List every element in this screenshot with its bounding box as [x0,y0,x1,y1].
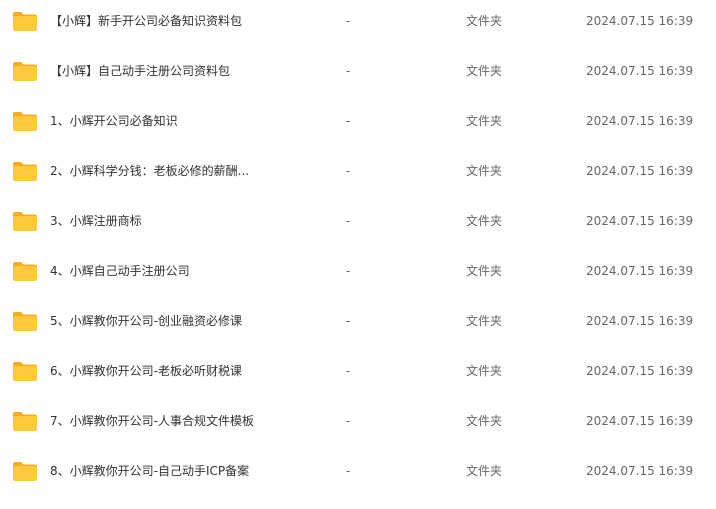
folder-icon [12,361,38,382]
file-name[interactable]: 3、小辉注册商标 [50,213,280,229]
file-type: 文件夹 [466,314,503,328]
folder-icon [12,211,38,232]
folder-icon [12,311,38,332]
folder-icon [12,461,38,482]
folder-row[interactable]: 6、小辉教你开公司-老板必听财税课 - 文件夹 2024.07.15 16:39 [0,350,716,400]
folder-row[interactable]: 8、小辉教你开公司-自己动手ICP备案 - 文件夹 2024.07.15 16:… [0,450,716,500]
file-size: - [346,114,351,128]
file-size: - [346,414,351,428]
file-type: 文件夹 [466,264,503,278]
file-modified-date: 2024.07.15 16:39 [586,214,694,228]
file-name[interactable]: 2、小辉科学分钱：老板必修的薪酬... [50,163,280,179]
file-size: - [346,14,351,28]
file-type: 文件夹 [466,114,503,128]
folder-icon [12,61,38,82]
file-modified-date: 2024.07.15 16:39 [586,314,694,328]
file-size: - [346,164,351,178]
file-size: - [346,214,351,228]
file-name[interactable]: 8、小辉教你开公司-自己动手ICP备案 [50,463,280,479]
file-modified-date: 2024.07.15 16:39 [586,464,694,478]
folder-row[interactable]: 3、小辉注册商标 - 文件夹 2024.07.15 16:39 [0,200,716,250]
file-size: - [346,464,351,478]
file-size: - [346,314,351,328]
folder-row[interactable]: 【小辉】自己动手注册公司资料包 - 文件夹 2024.07.15 16:39 [0,50,716,100]
file-modified-date: 2024.07.15 16:39 [586,64,694,78]
folder-row[interactable]: 7、小辉教你开公司-人事合规文件模板 - 文件夹 2024.07.15 16:3… [0,400,716,450]
file-modified-date: 2024.07.15 16:39 [586,364,694,378]
file-size: - [346,264,351,278]
folder-row[interactable]: 4、小辉自己动手注册公司 - 文件夹 2024.07.15 16:39 [0,250,716,300]
file-size: - [346,64,351,78]
folder-icon [12,111,38,132]
folder-icon [12,11,38,32]
folder-row[interactable]: 2、小辉科学分钱：老板必修的薪酬... - 文件夹 2024.07.15 16:… [0,150,716,200]
file-name[interactable]: 5、小辉教你开公司-创业融资必修课 [50,313,280,329]
folder-row[interactable]: 5、小辉教你开公司-创业融资必修课 - 文件夹 2024.07.15 16:39 [0,300,716,350]
folder-icon [12,161,38,182]
file-type: 文件夹 [466,464,503,478]
folder-row[interactable]: 【小辉】新手开公司必备知识资料包 - 文件夹 2024.07.15 16:39 [0,0,716,50]
file-name[interactable]: 7、小辉教你开公司-人事合规文件模板 [50,413,280,429]
file-name[interactable]: 【小辉】自己动手注册公司资料包 [50,63,280,79]
file-name[interactable]: 6、小辉教你开公司-老板必听财税课 [50,363,280,379]
file-modified-date: 2024.07.15 16:39 [586,264,694,278]
folder-row[interactable]: 1、小辉开公司必备知识 - 文件夹 2024.07.15 16:39 [0,100,716,150]
file-modified-date: 2024.07.15 16:39 [586,164,694,178]
folder-icon [12,411,38,432]
file-name[interactable]: 1、小辉开公司必备知识 [50,113,280,129]
file-modified-date: 2024.07.15 16:39 [586,14,694,28]
file-type: 文件夹 [466,164,503,178]
folder-icon [12,261,38,282]
file-type: 文件夹 [466,214,503,228]
file-list: 【小辉】新手开公司必备知识资料包 - 文件夹 2024.07.15 16:39 … [0,0,716,509]
file-type: 文件夹 [466,364,503,378]
file-name[interactable]: 4、小辉自己动手注册公司 [50,263,280,279]
file-modified-date: 2024.07.15 16:39 [586,414,694,428]
file-size: - [346,364,351,378]
file-type: 文件夹 [466,414,503,428]
file-modified-date: 2024.07.15 16:39 [586,114,694,128]
file-type: 文件夹 [466,64,503,78]
file-name[interactable]: 【小辉】新手开公司必备知识资料包 [50,13,280,29]
file-type: 文件夹 [466,14,503,28]
